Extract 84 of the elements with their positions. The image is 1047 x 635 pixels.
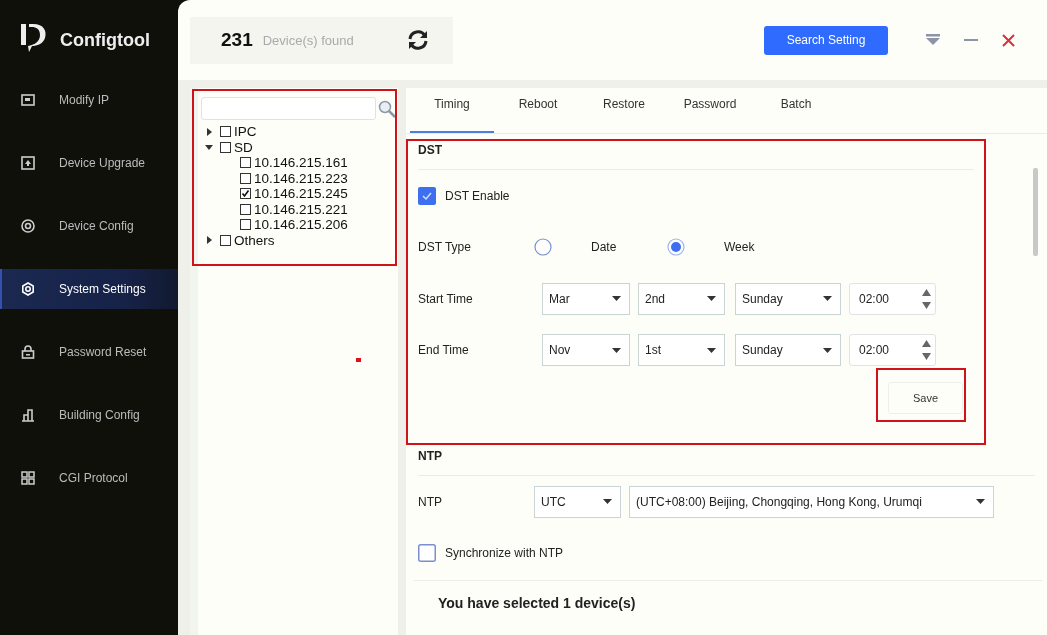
dropdown[interactable]: UTC [534,485,621,518]
caret-icon [707,296,716,302]
radio-button[interactable] [534,238,552,257]
device-count: 231 [221,29,253,51]
radio-label: Date [591,240,618,255]
tab[interactable]: Batch [754,97,838,133]
field-label: DST Type [418,240,472,255]
ip-icon [21,93,35,107]
tree-item[interactable]: 10.146.215.221 [254,201,348,217]
radio-label: Week [724,240,756,255]
field-label: Start Time [418,291,474,306]
tab[interactable]: Restore [582,97,666,133]
settings-icon [21,282,35,296]
selected-radio-button[interactable] [667,238,685,257]
checked-checkbox[interactable] [418,186,436,205]
dropdown[interactable]: Nov [542,334,630,367]
dropdown[interactable]: 1st [638,334,725,367]
collapsed-arrow-icon[interactable] [205,127,213,136]
tab[interactable]: Reboot [496,97,580,133]
dropdown[interactable]: Sunday [735,282,841,315]
checkbox[interactable] [240,219,251,231]
section-title: NTP [418,445,1035,476]
tree-item[interactable]: 10.146.215.245 [254,186,348,202]
checkbox[interactable] [418,543,436,562]
dropdown[interactable]: Sunday [735,334,841,367]
search-icon[interactable] [378,99,396,118]
nav-item[interactable]: CGI Protocol [0,458,178,498]
close-icon[interactable] [1002,33,1015,47]
dropdown[interactable]: (UTC+08:00) Beijing, Chongqing, Hong Kong, Urumqi [629,485,994,518]
tree-item[interactable]: 10.146.215.161 [254,155,348,171]
caret-icon [823,347,832,353]
caret-icon [707,347,716,353]
checkbox[interactable] [240,157,251,169]
nav-item[interactable]: Modify IP [0,80,178,120]
section-title: DST [418,139,974,170]
save-button[interactable]: Save [888,382,963,414]
caret-icon [612,347,621,353]
lock-icon [21,345,35,359]
checkbox-label: Synchronize with NTP [445,545,564,560]
tree-item[interactable]: 10.146.215.206 [254,217,348,233]
search-setting-button[interactable]: Search Setting [764,25,888,55]
nav-item[interactable]: Device Upgrade [0,143,178,183]
collapsed-arrow-icon[interactable] [205,236,213,245]
checkbox[interactable] [220,234,231,246]
dropdown-icon[interactable] [926,34,940,46]
field-label: NTP [418,494,443,509]
caret-icon [823,296,832,302]
caret-icon [612,296,621,302]
nav-item[interactable]: Building Config [0,395,178,435]
spinner-icon [922,340,931,361]
time-field[interactable]: 02:00 [849,282,936,315]
selection-status: You have selected 1 device(s) [438,595,636,611]
search-field[interactable] [201,97,376,120]
checkbox[interactable] [240,203,251,215]
checkbox[interactable] [240,172,251,184]
upgrade-icon [21,156,35,170]
field-label: End Time [418,343,470,358]
config-icon [21,219,35,233]
tab[interactable]: Timing [410,97,494,133]
nav-item[interactable]: Device Config [0,206,178,246]
dropdown[interactable]: 2nd [638,282,725,315]
minimize-icon[interactable] [964,38,978,42]
tree-item[interactable]: Others [234,232,275,248]
checkbox[interactable] [220,126,231,138]
checkbox-label: DST Enable [445,188,510,203]
building-icon [21,408,35,422]
expanded-arrow-icon[interactable] [205,143,213,152]
spinner-icon [922,288,931,309]
time-field[interactable]: 02:00 [849,334,936,367]
caret-icon [976,499,985,504]
tab[interactable]: Password [668,97,752,133]
dropdown[interactable]: Mar [542,282,630,315]
count-label: Device(s) found [262,32,354,48]
caret-icon [603,499,612,504]
tree-item[interactable]: SD [234,139,253,155]
grid-icon [21,471,35,485]
checked-checkbox[interactable] [240,188,251,200]
scrollbar[interactable] [1033,168,1038,256]
app-name: Configtool [60,30,150,51]
tree-item[interactable]: 10.146.215.223 [254,170,348,186]
tree-item[interactable]: IPC [234,124,257,140]
nav-item[interactable]: System Settings [0,269,178,309]
checkbox[interactable] [220,141,231,153]
nav-item[interactable]: Password Reset [0,332,178,372]
